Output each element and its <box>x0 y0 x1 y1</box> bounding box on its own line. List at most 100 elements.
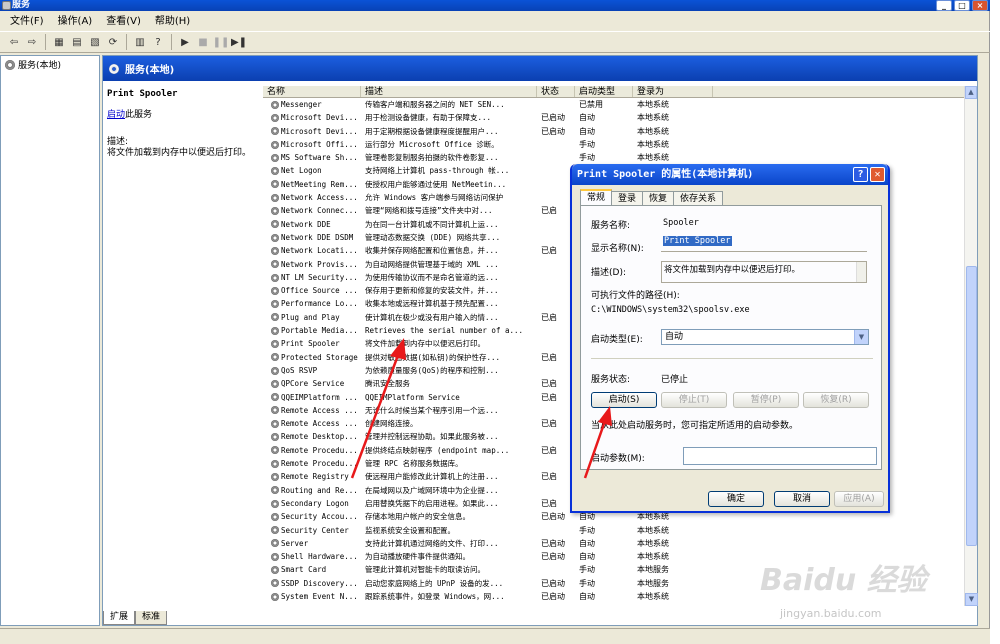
cell-name: Secondary Logon <box>263 497 361 510</box>
refresh-icon[interactable]: ⟳ <box>105 34 121 50</box>
cell-name: Microsoft Devi... <box>263 111 361 124</box>
start-service-link[interactable]: 启动 <box>107 110 125 120</box>
dialog-close-icon[interactable]: ✕ <box>870 167 885 182</box>
cell-name: Remote Access ... <box>263 417 361 430</box>
cell-name: Security Center <box>263 524 361 537</box>
cell-description: 用于检测设备健康，有助于保障支... <box>365 113 492 123</box>
display-name-field[interactable]: Print Spooler <box>661 236 867 252</box>
table-row[interactable]: Microsoft Offi... 运行部分 Microsoft Office 诊… <box>263 138 965 151</box>
resume-button[interactable]: 恢复(R) <box>803 392 869 408</box>
startup-type-label: 启动类型(E): <box>591 335 643 345</box>
tab-recovery[interactable]: 恢复 <box>642 191 675 205</box>
menu-view[interactable]: 查看(V) <box>106 13 141 30</box>
window-titlebar[interactable]: 服务 _ □ × <box>0 0 990 11</box>
tab-general[interactable]: 常规 <box>580 189 613 205</box>
table-row[interactable]: MS Software Sh... 管理卷影复制服务拍摄的软件卷影复... 手动 本地… <box>263 151 965 164</box>
column-header-status[interactable]: 状态 <box>537 86 575 97</box>
tab-extended[interactable]: 扩展 <box>103 611 136 625</box>
gear-icon <box>271 419 279 428</box>
general-tab-panel: 服务名称: Spooler 显示名称(N): Print Spooler 描述(… <box>580 205 882 470</box>
properties-icon[interactable]: ▧ <box>87 34 103 50</box>
vertical-scrollbar[interactable]: ▲ ▼ <box>964 86 978 606</box>
start-params-input[interactable] <box>683 447 877 465</box>
maximize-button[interactable]: □ <box>954 0 970 11</box>
tab-dependencies[interactable]: 依存关系 <box>673 191 724 205</box>
back-arrow-icon[interactable]: ⇦ <box>6 34 22 50</box>
service-name: Routing and Re... <box>281 485 358 495</box>
gear-icon <box>271 579 279 588</box>
show-console-tree-icon[interactable]: ▦ <box>51 34 67 50</box>
menu-file[interactable]: 文件(F) <box>10 13 44 30</box>
service-name: QPCore Service <box>281 379 345 389</box>
tab-standard[interactable]: 标准 <box>135 611 168 625</box>
service-name: Remote Procedu... <box>281 459 358 469</box>
table-row[interactable]: Microsoft Devi... 用于检测设备健康，有助于保障支... 已启动 自动… <box>263 111 965 124</box>
stop-button[interactable]: 停止(T) <box>661 392 727 408</box>
cell-startup-type: 自动 <box>579 538 595 548</box>
pause-button[interactable]: 暂停(P) <box>733 392 799 408</box>
cell-name: NT LM Security... <box>263 271 361 284</box>
pause-icon[interactable]: ❚❚ <box>213 34 230 50</box>
cell-description: 管理“网络和拨号连接”文件夹中对... <box>365 206 493 216</box>
description-field[interactable]: 将文件加载到内存中以便迟后打印。 <box>661 261 867 283</box>
start-service-link-tail: 此服务 <box>125 110 153 120</box>
description-scrollbar[interactable] <box>856 262 866 282</box>
column-header-startup-type[interactable]: 启动类型 <box>575 86 633 97</box>
window-title: 服务 <box>12 0 31 10</box>
cell-description: 在局域网以及广域网环境中为企业提... <box>365 485 499 495</box>
table-row[interactable]: Microsoft Devi... 用于定期根据设备健康程度提醒用户... 已启动 自… <box>263 125 965 138</box>
column-header-log-on-as[interactable]: 登录为 <box>633 86 713 97</box>
cancel-button[interactable]: 取消 <box>774 491 830 507</box>
properties-dialog: Print Spooler 的属性(本地计算机) ? ✕ 常规 登录 恢复 依存… <box>570 164 890 513</box>
menu-help[interactable]: 帮助(H) <box>155 13 190 30</box>
cell-name: MS Software Sh... <box>263 151 361 164</box>
view-tabs: 扩展 标准 <box>103 611 168 625</box>
stop-icon[interactable]: ■ <box>195 34 211 50</box>
service-name: Microsoft Devi... <box>281 113 358 123</box>
start-params-label: 启动参数(M): <box>591 454 645 464</box>
service-name: Remote Procedu... <box>281 445 358 455</box>
tab-logon[interactable]: 登录 <box>611 191 644 205</box>
menu-action[interactable]: 操作(A) <box>58 13 93 30</box>
tree-item-services-local[interactable]: 服务(本地) <box>1 56 99 73</box>
restart-icon[interactable]: ▶❚ <box>231 34 247 50</box>
dialog-help-icon[interactable]: ? <box>853 167 868 182</box>
service-name: QQEIMPlatform ... <box>281 392 358 402</box>
export-list-icon[interactable]: ▥ <box>132 34 148 50</box>
cell-description: 为使用传输协议而不是命名管道的远... <box>365 272 499 282</box>
gear-icon <box>271 366 279 375</box>
cell-log-on-as: 本地系统 <box>637 139 669 149</box>
toolbar-separator <box>171 34 172 50</box>
cell-description: 创建网络连接。 <box>365 419 418 429</box>
startup-type-select[interactable]: 自动 ▼ <box>661 329 869 345</box>
scroll-up-icon[interactable]: ▲ <box>965 86 977 99</box>
table-row[interactable]: Messenger 传输客户端和服务器之间的 NET SEN... 已禁用 本地系统 <box>263 98 965 111</box>
apply-button[interactable]: 应用(A) <box>834 491 884 507</box>
help-icon[interactable]: ? <box>150 34 166 50</box>
cell-name: Print Spooler <box>263 337 361 350</box>
gear-icon <box>271 353 279 362</box>
cell-name: Office Source ... <box>263 284 361 297</box>
service-description-panel: Print Spooler 启动此服务 描述: 将文件加载到内存中以便迟后打印。 <box>103 81 263 167</box>
gear-icon <box>271 140 279 149</box>
column-header-description[interactable]: 描述 <box>361 86 537 97</box>
close-button[interactable]: × <box>972 0 988 11</box>
cell-description: 收集本地或远程计算机基于预先配置... <box>365 299 499 309</box>
chevron-down-icon[interactable]: ▼ <box>854 330 868 344</box>
cell-description: 使授权用户能够通过使用 NetMeetin... <box>365 179 507 189</box>
table-row[interactable]: Server 支持此计算机通过网络的文件、打印... 已启动 自动 本地系统 <box>263 537 965 550</box>
executable-path-value: C:\WINDOWS\system32\spoolsv.exe <box>591 305 750 315</box>
cell-name: Net Logon <box>263 164 361 177</box>
up-level-icon[interactable]: ▤ <box>69 34 85 50</box>
ok-button[interactable]: 确定 <box>708 491 764 507</box>
gear-icon <box>271 153 279 162</box>
minimize-button[interactable]: _ <box>936 0 952 11</box>
scroll-down-icon[interactable]: ▼ <box>965 593 978 606</box>
dialog-titlebar[interactable]: Print Spooler 的属性(本地计算机) ? ✕ <box>572 164 888 185</box>
play-icon[interactable]: ▶ <box>177 34 193 50</box>
table-row[interactable]: Security Center 监视系统安全设置和配置。 手动 本地系统 <box>263 524 965 537</box>
start-button[interactable]: 启动(S) <box>591 392 657 408</box>
scroll-thumb[interactable] <box>966 266 977 546</box>
forward-arrow-icon[interactable]: ⇨ <box>24 34 40 50</box>
column-header-name[interactable]: 名称 <box>263 86 361 97</box>
